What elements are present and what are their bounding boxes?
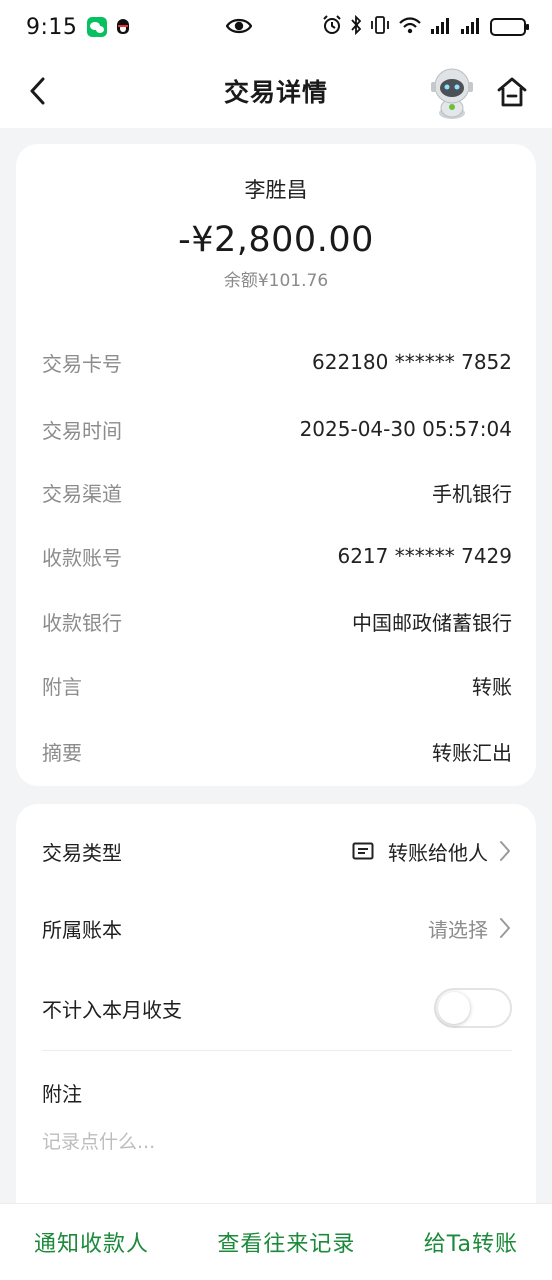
category-icon [352,842,374,860]
transaction-card: 李胜昌 -¥2,800.00 余额¥101.76 交易卡号 622180 ***… [16,144,536,786]
ledger-value: 请选择 [428,917,488,942]
bottom-action-bar: 通知收款人 查看往来记录 给Ta转账 [0,1204,552,1280]
chevron-right-icon [500,918,510,938]
qq-icon [115,17,131,37]
transaction-type-row[interactable]: 交易类型 转账给他人 [42,833,512,869]
balance-text: 余额¥101.76 [223,271,329,291]
divider [42,1050,512,1051]
transaction-amount: -¥2,800.00 [178,220,374,260]
back-button[interactable] [22,76,52,106]
detail-label: 交易渠道 [42,481,122,506]
battery-icon [490,18,529,36]
detail-label: 交易时间 [42,418,122,443]
detail-label: 收款银行 [42,610,122,635]
chevron-right-icon [500,841,510,861]
alarm-icon [322,15,342,39]
ledger-row[interactable]: 所属账本 请选择 [42,910,512,946]
wechat-icon [87,17,108,37]
home-icon [497,77,527,107]
exclude-monthly-toggle[interactable] [434,988,512,1028]
signal-icon [460,15,482,39]
page-title: 交易详情 [223,78,328,107]
detail-value: 中国邮政储蓄银行 [352,610,512,635]
exclude-monthly-row: 不计入本月收支 [42,986,512,1030]
setting-label: 交易类型 [42,840,122,865]
note-input[interactable] [42,1126,512,1158]
status-bar: 9:15 [0,0,552,54]
detail-label: 摘要 [42,740,82,765]
header: 交易详情 [0,54,552,128]
payee-name: 李胜昌 [244,178,308,202]
detail-label: 收款账号 [42,545,122,570]
detail-value: 转账 [472,674,512,699]
detail-value: 2025-04-30 05:57:04 [299,417,512,441]
status-time: 9:15 [26,14,78,40]
wifi-icon [398,15,422,39]
robot-assistant-icon[interactable] [428,66,476,120]
transfer-to-ta-button[interactable]: 给Ta转账 [424,1226,518,1258]
detail-value: 6217 ****** 7429 [337,544,512,568]
vibrate-icon [370,15,390,39]
detail-row-summary: 摘要 转账汇出 [42,736,512,766]
signal-icon [430,15,452,39]
bluetooth-icon [350,14,362,39]
detail-value: 手机银行 [432,481,512,506]
notify-payee-button[interactable]: 通知收款人 [34,1226,149,1258]
setting-label: 不计入本月收支 [42,997,182,1022]
eye-icon [225,16,253,40]
note-label: 附注 [42,1082,82,1106]
detail-row-payee-account: 收款账号 6217 ****** 7429 [42,541,512,571]
detail-row-time: 交易时间 2025-04-30 05:57:04 [42,414,512,444]
detail-row-channel: 交易渠道 手机银行 [42,477,512,507]
setting-label: 所属账本 [42,917,122,942]
detail-row-postscript: 附言 转账 [42,670,512,700]
view-history-button[interactable]: 查看往来记录 [217,1226,355,1258]
detail-label: 交易卡号 [42,351,122,376]
detail-label: 附言 [42,674,82,699]
detail-row-card-number: 交易卡号 622180 ****** 7852 [42,347,512,377]
toggle-knob [438,992,470,1024]
home-button[interactable] [496,76,528,108]
settings-card: 交易类型 转账给他人 所属账本 请选择 不计入本月收支 附注 [16,804,536,1204]
transaction-type-value: 转账给他人 [388,840,488,865]
detail-row-payee-bank: 收款银行 中国邮政储蓄银行 [42,606,512,636]
detail-value: 转账汇出 [432,740,512,765]
detail-value: 622180 ****** 7852 [312,350,512,374]
chevron-left-icon [30,77,45,105]
